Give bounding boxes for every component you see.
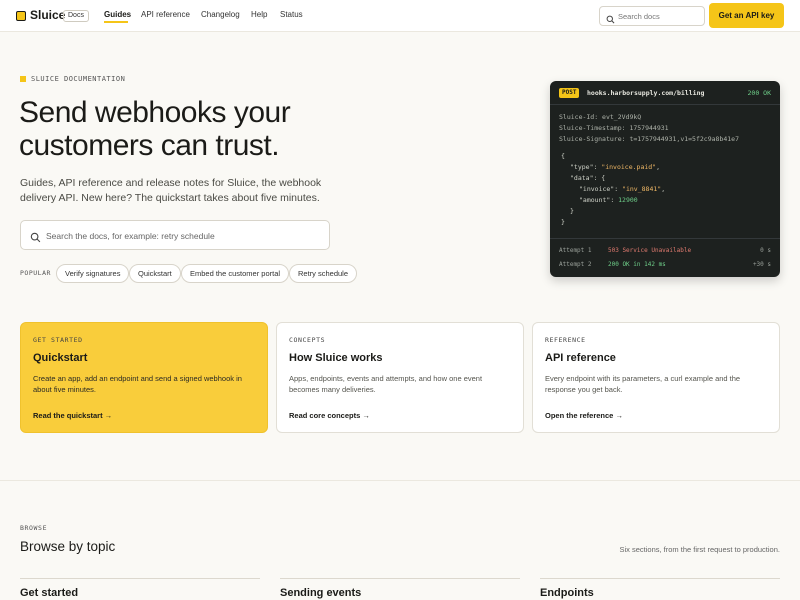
attempt-status: 200 OK in 142 ms bbox=[608, 261, 666, 268]
get-api-key-button[interactable]: Get an API key bbox=[709, 3, 784, 28]
logo-icon bbox=[16, 11, 26, 21]
topic-divider bbox=[540, 578, 780, 579]
top-search-input[interactable]: Search docs bbox=[599, 6, 705, 26]
header-line: Sluice-Timestamp: 1757944931 bbox=[559, 124, 669, 132]
hero-title-line-1: Send webhooks your bbox=[19, 96, 291, 129]
card-api-reference[interactable]: REFERENCE API reference Every endpoint w… bbox=[532, 322, 780, 433]
card-title: Quickstart bbox=[33, 352, 88, 364]
card-kicker: GET STARTED bbox=[33, 336, 83, 344]
card-title: API reference bbox=[545, 352, 616, 364]
chip-quickstart[interactable]: Quickstart bbox=[129, 264, 181, 283]
top-search-placeholder: Search docs bbox=[618, 12, 660, 21]
docs-search-placeholder: Search the docs, for example: retry sche… bbox=[46, 231, 215, 241]
nav-link-guides[interactable]: Guides bbox=[104, 10, 131, 19]
topic-get-started[interactable]: Get started bbox=[20, 587, 78, 599]
section-divider bbox=[0, 480, 800, 481]
card-kicker: REFERENCE bbox=[545, 336, 586, 344]
json-line-data: "data": { bbox=[570, 174, 606, 182]
top-nav: Sluice Docs Guides API reference Changel… bbox=[0, 0, 800, 32]
search-icon bbox=[606, 11, 615, 29]
chip-retry-schedule[interactable]: Retry schedule bbox=[289, 264, 358, 283]
http-method-badge: POST bbox=[559, 88, 580, 98]
attempts-divider bbox=[550, 238, 780, 239]
popular-label: POPULAR bbox=[20, 269, 51, 277]
attempt-time: 0 s bbox=[760, 247, 771, 254]
card-how-sluice-works[interactable]: CONCEPTS How Sluice works Apps, endpoint… bbox=[276, 322, 524, 433]
json-value: 12900 bbox=[618, 196, 638, 204]
chip-embed-customer-portal[interactable]: Embed the customer portal bbox=[181, 264, 290, 283]
json-line-type: "type": "invoice.paid", bbox=[570, 163, 661, 171]
card-title: How Sluice works bbox=[289, 352, 383, 364]
card-description: Every endpoint with its parameters, a cu… bbox=[545, 374, 741, 394]
code-card-header: POST hooks.harborsupply.com/billing 200 … bbox=[550, 81, 780, 105]
json-line-invoice: "invoice": "inv_8841", bbox=[579, 185, 666, 193]
attempt-label: Attempt 1 bbox=[559, 247, 592, 254]
docs-badge: Docs bbox=[63, 10, 89, 22]
json-value: "invoice.paid" bbox=[601, 163, 657, 171]
browse-title: Browse by topic bbox=[20, 539, 116, 554]
nav-link-api-reference[interactable]: API reference bbox=[141, 10, 190, 19]
brand-name[interactable]: Sluice bbox=[30, 8, 65, 22]
topic-divider bbox=[280, 578, 520, 579]
header-line: Sluice-Signature: t=1757944931,v1=5f2c9a… bbox=[559, 135, 740, 143]
card-link[interactable]: Open the reference → bbox=[545, 411, 623, 420]
topic-endpoints[interactable]: Endpoints bbox=[540, 587, 594, 599]
json-key: "data" bbox=[570, 174, 594, 182]
attempt-status: 503 Service Unavailable bbox=[608, 247, 692, 254]
card-description: Create an app, add an endpoint and send … bbox=[33, 374, 242, 394]
card-link[interactable]: Read core concepts → bbox=[289, 411, 370, 420]
json-brace: } bbox=[570, 207, 574, 215]
active-nav-indicator bbox=[104, 21, 128, 23]
endpoint-url: hooks.harborsupply.com/billing bbox=[587, 89, 705, 97]
nav-link-help[interactable]: Help bbox=[251, 10, 267, 19]
card-description: Apps, endpoints, events and attempts, an… bbox=[289, 374, 483, 394]
eyebrow-marker bbox=[20, 76, 26, 82]
json-key: "amount" bbox=[579, 196, 611, 204]
webhook-example-card: POST hooks.harborsupply.com/billing 200 … bbox=[550, 81, 780, 277]
hero-title-line-2: customers can trust. bbox=[19, 129, 280, 162]
attempt-time: +30 s bbox=[752, 261, 771, 268]
card-link[interactable]: Read the quickstart → bbox=[33, 411, 112, 420]
docs-search-input[interactable]: Search the docs, for example: retry sche… bbox=[20, 220, 330, 250]
hero-eyebrow: SLUICE DOCUMENTATION bbox=[31, 75, 126, 83]
attempt-label: Attempt 2 bbox=[559, 261, 592, 268]
json-brace: { bbox=[561, 152, 565, 160]
chip-verify-signatures[interactable]: Verify signatures bbox=[56, 264, 130, 283]
card-kicker: CONCEPTS bbox=[289, 336, 326, 344]
card-quickstart[interactable]: GET STARTED Quickstart Create an app, ad… bbox=[20, 322, 268, 433]
browse-note: Six sections, from the first request to … bbox=[619, 545, 781, 554]
nav-link-changelog[interactable]: Changelog bbox=[201, 10, 240, 19]
json-brace: } bbox=[561, 218, 565, 226]
hero-title: Send webhooks your customers can trust. bbox=[19, 96, 379, 162]
json-line-amount: "amount": 12900 bbox=[579, 196, 638, 204]
topic-divider bbox=[20, 578, 260, 579]
json-key: "type" bbox=[570, 163, 594, 171]
json-key: "invoice" bbox=[579, 185, 615, 193]
topic-sending-events[interactable]: Sending events bbox=[280, 587, 361, 599]
hero-subtitle: Guides, API reference and release notes … bbox=[20, 177, 322, 204]
browse-kicker: BROWSE bbox=[20, 524, 48, 532]
json-value: "inv_8841" bbox=[622, 185, 662, 193]
response-status: 200 OK bbox=[747, 89, 771, 97]
search-icon bbox=[30, 230, 41, 248]
header-line: Sluice-Id: evt_2Vd9kQ bbox=[559, 113, 642, 121]
nav-link-status[interactable]: Status bbox=[280, 10, 303, 19]
